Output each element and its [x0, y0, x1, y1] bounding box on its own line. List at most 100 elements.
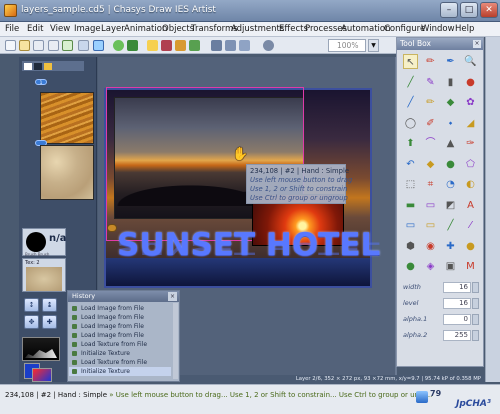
tool-19-icon[interactable]: ✑	[463, 136, 478, 151]
history-close-button[interactable]: ×	[168, 292, 177, 301]
update-icon[interactable]	[416, 391, 428, 403]
tool-1-icon[interactable]: ✏	[423, 54, 438, 69]
tool-38-icon[interactable]: ✚	[443, 239, 458, 254]
open-folder-icon[interactable]	[19, 40, 30, 51]
move-tool-button[interactable]: ✥	[24, 315, 39, 329]
menu-edit[interactable]: Edit	[27, 24, 43, 34]
param-alpha1-input[interactable]: 0	[443, 314, 471, 325]
menu-image[interactable]: Image	[74, 24, 101, 34]
tool-39-icon[interactable]: ●	[463, 239, 478, 254]
move-up-button[interactable]: ↕	[24, 298, 39, 312]
tool-43-icon[interactable]: M	[463, 259, 478, 274]
layer-mode-icon[interactable]	[24, 63, 32, 70]
texture-preview[interactable]: Tex: 2	[22, 258, 66, 292]
maximize-button[interactable]: □	[460, 2, 478, 18]
tool-18-icon[interactable]: ▲	[443, 136, 458, 151]
tool-24-icon[interactable]: ⬚	[403, 177, 418, 192]
copy-icon[interactable]	[78, 40, 89, 51]
layer-mask-icon[interactable]	[34, 63, 42, 70]
menu-layer[interactable]: Layer	[101, 24, 125, 34]
brush-preview[interactable]: n/a Brush Brush	[22, 228, 67, 257]
param-spinner[interactable]	[472, 330, 479, 341]
tool-30-icon[interactable]: ◩	[443, 198, 458, 213]
history-item[interactable]: Initialize Texture	[69, 349, 171, 358]
tool-11-icon[interactable]: ✿	[463, 95, 478, 110]
zoom-field[interactable]: 100%	[328, 39, 366, 52]
tool-40-icon[interactable]: ●	[403, 259, 418, 274]
param-level-input[interactable]: 16	[443, 298, 471, 309]
param-spinner[interactable]	[472, 282, 479, 293]
save-icon[interactable]	[48, 40, 59, 51]
tool-15-icon[interactable]: ◢	[463, 116, 478, 131]
menu-view[interactable]: View	[50, 24, 70, 34]
menu-effects[interactable]: Effects	[279, 24, 308, 34]
zoom-dropdown-arrow[interactable]: ▼	[368, 39, 379, 52]
tool-13-icon[interactable]: ✐	[423, 116, 438, 131]
param-width-input[interactable]: 16	[443, 282, 471, 293]
new-file-icon[interactable]	[5, 40, 16, 51]
history-scrollbar[interactable]	[173, 303, 178, 379]
menu-objects[interactable]: Objects	[162, 24, 194, 34]
tool-20-icon[interactable]: ↶	[403, 157, 418, 172]
grid-icon[interactable]	[225, 40, 236, 51]
add-button[interactable]: ✚	[42, 315, 57, 329]
tool-21-icon[interactable]: ◆	[423, 157, 438, 172]
redo-icon[interactable]	[127, 40, 138, 51]
menu-help[interactable]: Help	[455, 24, 474, 34]
tool-14-icon[interactable]: ⬩	[443, 116, 458, 131]
options-icon[interactable]	[263, 40, 274, 51]
param-alpha2-input[interactable]: 255	[443, 330, 471, 341]
minimize-button[interactable]: –	[440, 2, 458, 18]
menu-configure[interactable]: Configure	[384, 24, 425, 34]
tool-6-icon[interactable]: ▮	[443, 75, 458, 90]
history-item-selected[interactable]: Initialize Texture	[69, 367, 171, 376]
tool-22-icon[interactable]: ●	[443, 157, 458, 172]
crop-icon[interactable]	[211, 40, 222, 51]
history-item[interactable]: Load Image from File	[69, 313, 171, 322]
tool-34-icon[interactable]: ╱	[443, 218, 458, 233]
tool-4-icon[interactable]: ╱	[403, 75, 418, 90]
history-item[interactable]: Load Texture from File	[69, 340, 171, 349]
save-as-icon[interactable]	[62, 40, 73, 51]
wand-icon[interactable]	[147, 40, 158, 51]
tool-10-icon[interactable]: ◆	[443, 95, 458, 110]
secondary-color-swatch[interactable]	[32, 368, 52, 382]
palette-icon[interactable]	[175, 40, 186, 51]
tool-2-icon[interactable]: ✒	[443, 54, 458, 69]
tool-37-icon[interactable]: ◉	[423, 239, 438, 254]
history-item[interactable]: Load Image from File	[69, 331, 171, 340]
menu-window[interactable]: Window	[421, 24, 455, 34]
tool-31-icon[interactable]: A	[463, 198, 478, 213]
select-icon[interactable]	[239, 40, 250, 51]
param-spinner[interactable]	[472, 298, 479, 309]
history-item[interactable]: Load Image from File	[69, 304, 171, 313]
tool-9-icon[interactable]: ✏	[423, 95, 438, 110]
tool-5-icon[interactable]: ✎	[423, 75, 438, 90]
layer-thumbnail-sand[interactable]	[40, 145, 94, 200]
tool-27-icon[interactable]: ◐	[463, 177, 478, 192]
tool-7-icon[interactable]: ●	[463, 75, 478, 90]
tool-0-icon[interactable]: ↖	[403, 54, 418, 69]
tool-29-icon[interactable]: ▭	[423, 198, 438, 213]
toolbox-close-button[interactable]: ×	[473, 40, 481, 48]
tool-35-icon[interactable]: ⁄	[463, 218, 478, 233]
tool-3-icon[interactable]: 🔍	[463, 54, 478, 69]
tool-12-icon[interactable]: ◯	[403, 116, 418, 131]
tool-17-icon[interactable]: ⌒	[423, 136, 438, 151]
tool-28-icon[interactable]: ▬	[403, 198, 418, 213]
tool-32-icon[interactable]: ▭	[403, 218, 418, 233]
tool-33-icon[interactable]: ▭	[423, 218, 438, 233]
export-icon[interactable]	[93, 40, 104, 51]
layers-icon[interactable]	[161, 40, 172, 51]
tool-26-icon[interactable]: ◔	[443, 177, 458, 192]
close-button[interactable]: ✕	[480, 2, 498, 18]
tool-8-icon[interactable]: ╱	[403, 95, 418, 110]
layer-thumbnail-wood[interactable]	[40, 92, 94, 144]
tool-25-icon[interactable]: ⌗	[423, 177, 438, 192]
tool-23-icon[interactable]: ⬠	[463, 157, 478, 172]
layer-lock-icon[interactable]	[44, 63, 52, 70]
frame-icon[interactable]	[189, 40, 200, 51]
undo-icon[interactable]	[113, 40, 124, 51]
open-image-icon[interactable]	[33, 40, 44, 51]
menu-animation[interactable]: Animation	[124, 24, 167, 34]
